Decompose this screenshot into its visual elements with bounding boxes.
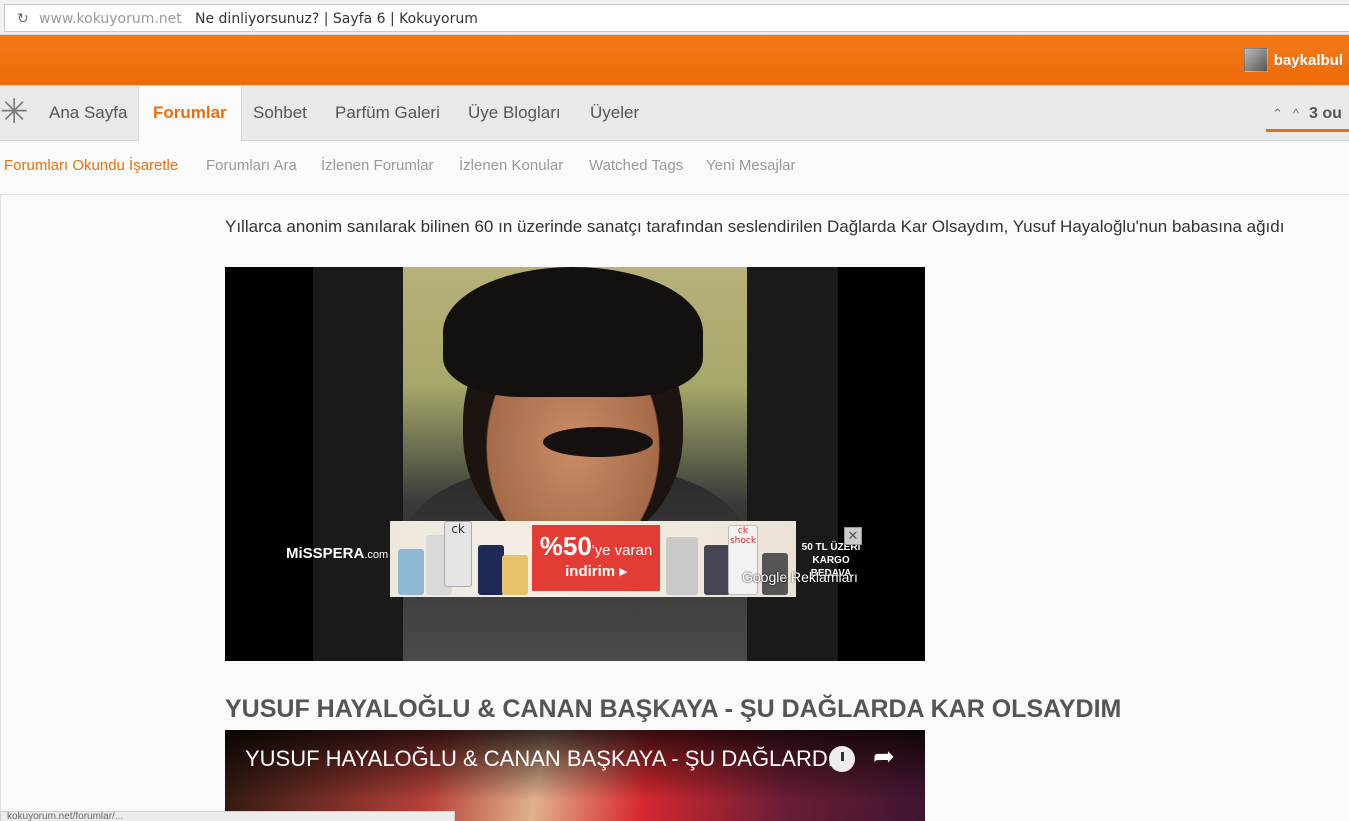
- ad-promo-line2: indirim ▸: [565, 563, 627, 580]
- thumbnail-mustache: [543, 427, 653, 457]
- song-title-heading: YUSUF HAYALOĞLU & CANAN BAŞKAYA - ŞU DAĞ…: [225, 695, 1122, 723]
- video-thumbnail-image: [403, 267, 747, 661]
- user-menu[interactable]: baykalbul: [1243, 47, 1349, 73]
- tab-ana-sayfa[interactable]: Ana Sayfa: [49, 86, 127, 142]
- ck-bottle-icon: ck: [444, 521, 472, 587]
- watched-forums-link[interactable]: İzlenen Forumlar: [321, 157, 434, 174]
- watched-threads-link[interactable]: İzlenen Konular: [459, 157, 563, 174]
- tab-uyeler[interactable]: Üyeler: [590, 86, 639, 142]
- forum-subnav: Forumları Okundu İşaretle Forumları Ara …: [0, 141, 1349, 195]
- close-icon[interactable]: ✕: [844, 527, 862, 545]
- youtube-video-title[interactable]: YUSUF HAYALOĞLU & CANAN BAŞKAYA - ŞU DAĞ…: [245, 746, 846, 772]
- perfume-bottle-icon: [502, 555, 528, 595]
- ad-brand: MiSSPERA.com: [286, 545, 388, 562]
- ad-brand-name: MiSSPERA: [286, 545, 365, 562]
- ad-brand-suffix: .com: [364, 549, 389, 561]
- perfume-bottle-icon: [666, 537, 698, 595]
- overlay-ad[interactable]: MiSSPERA.com ck %50'ye varan indirim ▸ c…: [286, 521, 864, 597]
- perfume-bottle-icon: [478, 545, 504, 595]
- tab-uye-bloglari[interactable]: Üye Blogları: [468, 86, 561, 142]
- ad-promo-percent: %50: [539, 531, 592, 561]
- chevron-up-icon[interactable]: ^: [1293, 106, 1299, 121]
- url-field[interactable]: ↻ www.kokuyorum.net Ne dinliyorsunuz? | …: [4, 4, 1349, 32]
- tab-sohbet[interactable]: Sohbet: [253, 86, 307, 142]
- tab-forumlar[interactable]: Forumlar: [138, 86, 242, 143]
- ad-banner[interactable]: ck %50'ye varan indirim ▸ ck shock: [390, 521, 796, 597]
- reload-icon[interactable]: ↻: [17, 11, 29, 27]
- post-content: Yıllarca anonim sanılarak bilinen 60 ın …: [0, 195, 1349, 821]
- perfume-bottle-icon: [398, 549, 424, 595]
- embedded-video-player[interactable]: MiSSPERA.com ck %50'ye varan indirim ▸ c…: [225, 267, 925, 661]
- youtube-embed[interactable]: YUSUF HAYALOĞLU & CANAN BAŞKAYA - ŞU DAĞ…: [225, 730, 925, 821]
- username[interactable]: baykalbul: [1274, 52, 1343, 69]
- new-posts-link[interactable]: Yeni Mesajlar: [706, 157, 796, 174]
- nav-right-tools[interactable]: ⌃ ^ 3 ou: [1266, 98, 1349, 132]
- watch-later-icon[interactable]: [829, 746, 855, 772]
- share-icon[interactable]: ➦: [873, 742, 895, 772]
- perfume-bottle-icon: [704, 545, 730, 595]
- ad-promo[interactable]: %50'ye varan indirim ▸: [532, 525, 660, 591]
- site-logo-icon[interactable]: ✳: [0, 95, 29, 129]
- mark-forums-read-link[interactable]: Forumları Okundu İşaretle: [4, 157, 178, 174]
- main-nav: ✳ Ana Sayfa Forumlar Sohbet Parfüm Galer…: [0, 85, 1349, 143]
- watched-tags-link[interactable]: Watched Tags: [589, 157, 683, 174]
- ad-label[interactable]: Google Reklamları: [742, 569, 858, 585]
- browser-address-bar: ↻ www.kokuyorum.net Ne dinliyorsunuz? | …: [0, 0, 1349, 35]
- post-intro-text: Yıllarca anonim sanılarak bilinen 60 ın …: [225, 217, 1285, 236]
- ad-promo-suffix: 'ye varan: [591, 542, 653, 559]
- browser-status-bar: kokuyorum.net/forumlar/...: [0, 811, 455, 821]
- nav-right-text[interactable]: 3 ou: [1309, 105, 1342, 123]
- thumbnail-hair: [443, 267, 703, 397]
- tab-parfum-galeri[interactable]: Parfüm Galeri: [335, 86, 440, 142]
- double-chevron-up-icon[interactable]: ⌃: [1272, 106, 1283, 122]
- site-header: baykalbul: [0, 35, 1349, 85]
- avatar[interactable]: [1243, 48, 1268, 72]
- page-title: Ne dinliyorsunuz? | Sayfa 6 | Kokuyorum: [195, 11, 478, 27]
- search-forums-link[interactable]: Forumları Ara: [206, 157, 297, 174]
- url-text: www.kokuyorum.net: [39, 11, 182, 27]
